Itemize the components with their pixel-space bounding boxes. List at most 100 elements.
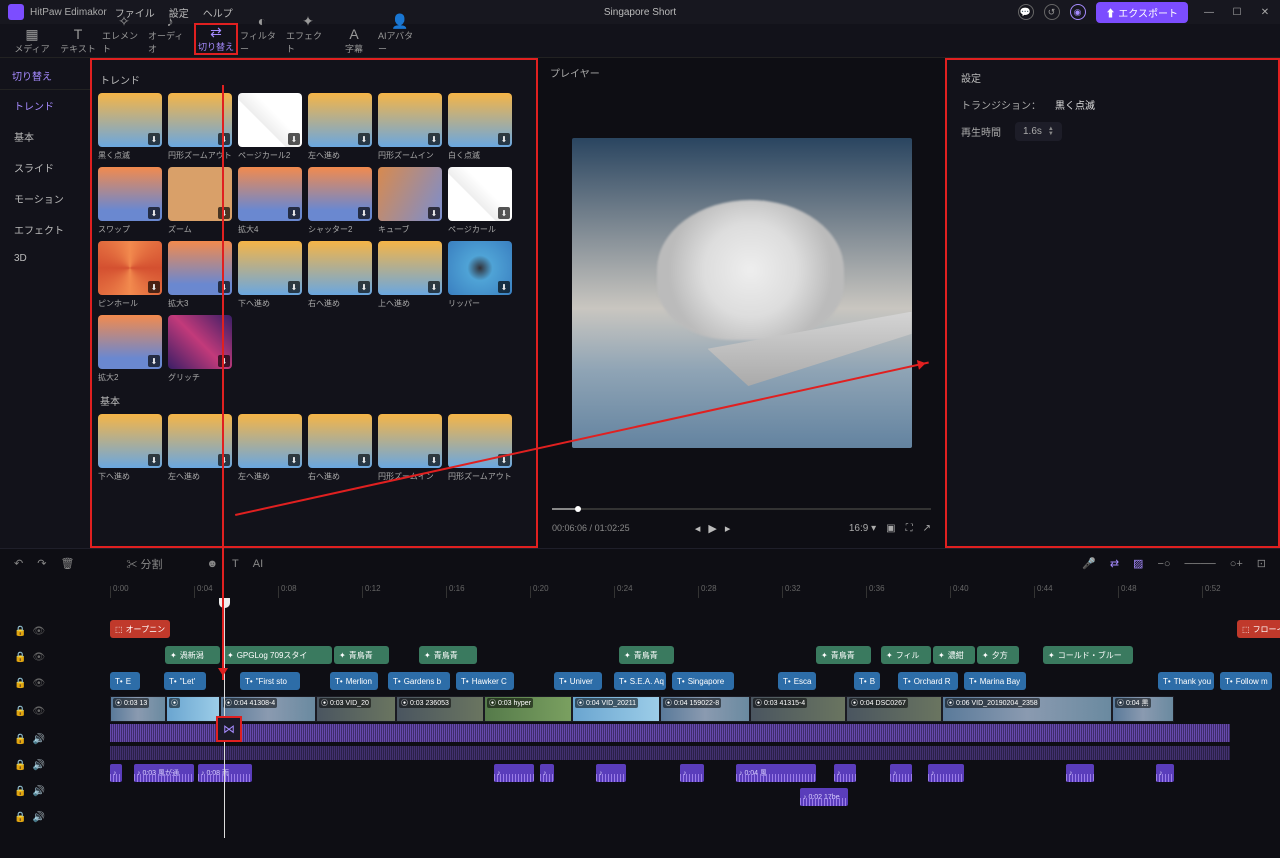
download-icon[interactable]: ⬇: [148, 355, 160, 367]
mute-icon[interactable]: 🔊: [32, 786, 44, 797]
audio-track-3[interactable]: ♪ 0:02 17be: [110, 788, 1280, 808]
download-icon[interactable]: ⬇: [148, 454, 160, 466]
thumb-円形ズームイン[interactable]: ⬇円形ズームイン: [378, 93, 442, 161]
clip[interactable]: T•Hawker C: [456, 672, 514, 690]
thumb-拡大4[interactable]: ⬇拡大4: [238, 167, 302, 235]
clip[interactable]: T•B: [854, 672, 880, 690]
video-clip[interactable]: ⦿ 0:04 DSC0267: [846, 696, 942, 722]
thumb-ページカール[interactable]: ⬇ページカール: [448, 167, 512, 235]
tool-テキスト[interactable]: Tテキスト: [56, 27, 100, 55]
clip[interactable]: ✦GPGLog 709スタイ: [222, 646, 332, 664]
thumb-リッパー[interactable]: ⬇リッパー: [448, 241, 512, 309]
thumb-キューブ[interactable]: ⬇キューブ: [378, 167, 442, 235]
lock-icon[interactable]: 🔒: [14, 678, 26, 689]
video-clip[interactable]: ⦿ 0:03 hyper: [484, 696, 572, 722]
clip[interactable]: ✦コールド・ブルー: [1043, 646, 1133, 664]
download-icon[interactable]: ⬇: [288, 133, 300, 145]
clip[interactable]: ✦青鳥青: [419, 646, 477, 664]
clip[interactable]: T•Esca: [778, 672, 816, 690]
video-clip[interactable]: ⦿ 0:03 41315-4: [750, 696, 846, 722]
zoom-slider[interactable]: ────: [1185, 558, 1216, 570]
download-icon[interactable]: ⬇: [428, 281, 440, 293]
menu-help[interactable]: ヘルプ: [203, 5, 233, 20]
clip[interactable]: ⬚フローイン: [1237, 620, 1280, 638]
download-icon[interactable]: ⬇: [428, 133, 440, 145]
category-モーション[interactable]: モーション: [0, 183, 90, 214]
lock-icon[interactable]: 🔒: [14, 734, 26, 745]
download-icon[interactable]: ⬇: [358, 207, 370, 219]
audio-clip[interactable]: ♪: [928, 764, 964, 782]
tool-エフェクト[interactable]: ✦エフェクト: [286, 14, 330, 55]
tool-切り替え[interactable]: ⇄切り替え: [194, 23, 238, 55]
delete-icon[interactable]: 🗑: [60, 557, 74, 570]
play-icon[interactable]: ▶: [708, 522, 716, 535]
thumb-黒く点滅[interactable]: ⬇黒く点滅: [98, 93, 162, 161]
mic-icon[interactable]: 🎤: [1082, 557, 1096, 570]
eye-icon[interactable]: 👁: [32, 706, 45, 717]
mask-icon[interactable]: ☻: [206, 558, 218, 570]
clip[interactable]: T•S.E.A. Aq: [614, 672, 666, 690]
audio-clip[interactable]: ♪ 0:02 17be: [800, 788, 848, 806]
download-icon[interactable]: ⬇: [218, 281, 230, 293]
download-icon[interactable]: ⬇: [218, 454, 230, 466]
tool-メディア[interactable]: ▦メディア: [10, 27, 54, 55]
clip[interactable]: ✦濃紺: [933, 646, 975, 664]
mute-icon[interactable]: 🔊: [32, 760, 44, 771]
thumb-円形ズームアウト[interactable]: ⬇円形ズームアウト: [448, 414, 512, 482]
download-icon[interactable]: ⬇: [148, 133, 160, 145]
video-clip[interactable]: ⦿ 0:04 VID_20211: [572, 696, 660, 722]
thumb-拡大2[interactable]: ⬇拡大2: [98, 315, 162, 383]
audio-clip[interactable]: ♪: [540, 764, 554, 782]
zoom-out-icon[interactable]: −○: [1157, 558, 1170, 570]
thumb-ページカール2[interactable]: ⬇ページカール2: [238, 93, 302, 161]
redo-icon[interactable]: ↷: [37, 557, 46, 570]
download-icon[interactable]: ⬇: [218, 133, 230, 145]
thumb-左へ進め[interactable]: ⬇左へ進め: [308, 93, 372, 161]
maximize-icon[interactable]: ☐: [1230, 5, 1244, 19]
video-clip[interactable]: ⦿ 0:04 黒: [1112, 696, 1174, 722]
audio-clip[interactable]: ♪: [1066, 764, 1094, 782]
lock-icon[interactable]: 🔒: [14, 786, 26, 797]
clip[interactable]: T•Singapore: [672, 672, 734, 690]
category-エフェクト[interactable]: エフェクト: [0, 214, 90, 245]
text-tool-icon[interactable]: T: [232, 558, 239, 570]
audio-clip[interactable]: ♪: [596, 764, 626, 782]
effect-track[interactable]: ✦渦新潟✦GPGLog 709スタイ✦青鳥青✦青鳥青✦青鳥青✦青鳥青✦フィル✦濃…: [110, 644, 1280, 666]
mute-icon[interactable]: 🔊: [32, 734, 44, 745]
clip[interactable]: T•Merlion: [330, 672, 378, 690]
download-icon[interactable]: ⬇: [288, 207, 300, 219]
download-icon[interactable]: ⬇: [288, 281, 300, 293]
thumb-下へ進め[interactable]: ⬇下へ進め: [238, 241, 302, 309]
lock-icon[interactable]: 🔒: [14, 706, 26, 717]
title-track[interactable]: ⬚オープニン⬚フローイン⬚スポットラ: [110, 618, 1280, 640]
progress-bar[interactable]: [552, 508, 931, 510]
download-icon[interactable]: ⬇: [358, 133, 370, 145]
download-icon[interactable]: ⬇: [428, 207, 440, 219]
video-clip[interactable]: ⦿: [166, 696, 220, 722]
video-clip[interactable]: ⦿ 0:03 VID_20: [316, 696, 396, 722]
clip[interactable]: T•E: [110, 672, 140, 690]
next-frame-icon[interactable]: ▸: [725, 522, 731, 535]
category-スライド[interactable]: スライド: [0, 152, 90, 183]
lock-icon[interactable]: 🔒: [14, 626, 26, 637]
preview-canvas[interactable]: [538, 86, 945, 500]
crop-icon[interactable]: ▣: [886, 523, 895, 534]
clip[interactable]: T•Follow m: [1220, 672, 1272, 690]
audio-clip[interactable]: ♪: [680, 764, 704, 782]
close-icon[interactable]: ✕: [1258, 5, 1272, 19]
audio-track-2[interactable]: ♪ ♪ 0:03 風が通♪ 0:08 雨♪ ♪ ♪ ♪ ♪ 0:04 風♪ ♪ …: [110, 764, 1280, 784]
thumb-右へ進め[interactable]: ⬇右へ進め: [308, 241, 372, 309]
audio-clip[interactable]: ♪: [834, 764, 856, 782]
clip[interactable]: ✦フィル: [881, 646, 931, 664]
download-icon[interactable]: ⬇: [218, 207, 230, 219]
thumb-スワップ[interactable]: ⬇スワップ: [98, 167, 162, 235]
clip[interactable]: T•Thank you: [1158, 672, 1214, 690]
clip[interactable]: ✦夕方: [977, 646, 1019, 664]
clip[interactable]: ✦青鳥青: [619, 646, 674, 664]
audio-clip[interactable]: ♪: [494, 764, 534, 782]
detach-icon[interactable]: ↗: [923, 523, 931, 534]
category-基本[interactable]: 基本: [0, 121, 90, 152]
download-icon[interactable]: ⬇: [498, 281, 510, 293]
clip[interactable]: ⬚オープニン: [110, 620, 170, 638]
category-3D[interactable]: 3D: [0, 245, 90, 272]
